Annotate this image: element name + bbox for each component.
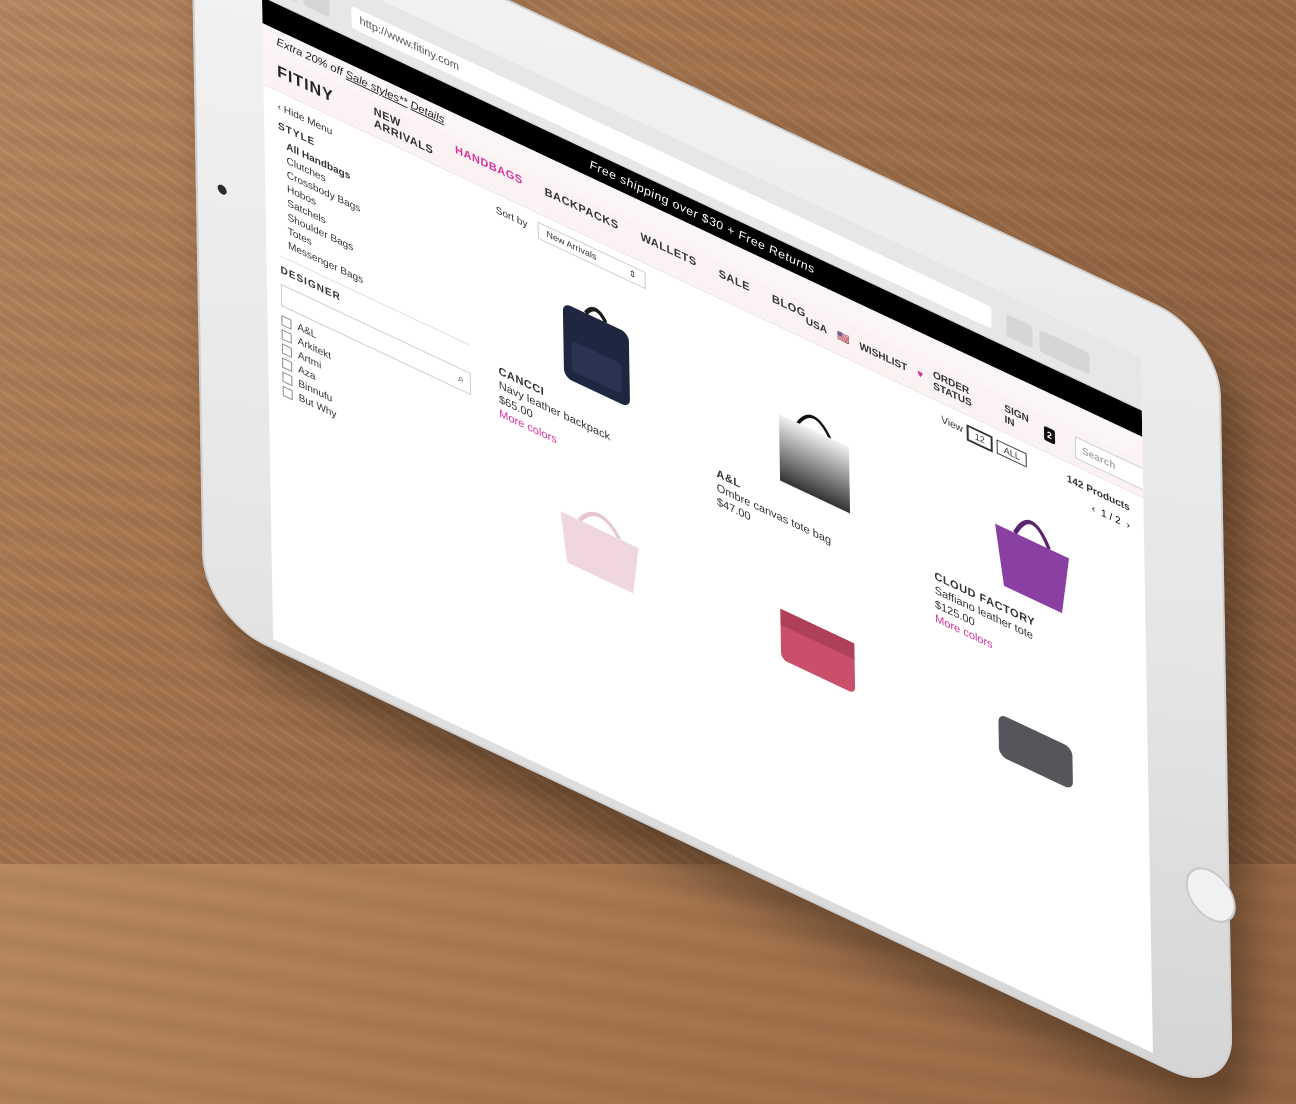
- checkbox-icon[interactable]: [281, 314, 292, 330]
- chevron-updown-icon: ⇕: [628, 267, 637, 282]
- chevron-right-icon[interactable]: ›: [1127, 519, 1131, 532]
- checkbox-icon[interactable]: [281, 328, 292, 344]
- forward-button[interactable]: [303, 0, 330, 18]
- camera-icon: [217, 183, 227, 197]
- country-selector[interactable]: USA: [806, 315, 827, 336]
- chevron-left-icon[interactable]: ‹: [1092, 503, 1096, 516]
- pink-handbag-icon: [560, 511, 639, 594]
- heart-icon: ♥: [917, 367, 924, 382]
- share-button[interactable]: [1006, 313, 1033, 349]
- back-button[interactable]: [271, 0, 298, 3]
- search-icon[interactable]: ⌕: [458, 371, 464, 387]
- checkbox-icon[interactable]: [281, 342, 293, 358]
- shopping-bag-icon[interactable]: 2: [1043, 425, 1056, 445]
- satchel-icon: [780, 608, 856, 692]
- sign-in-link[interactable]: SIGN IN: [1004, 403, 1034, 439]
- home-button[interactable]: [1185, 858, 1237, 933]
- view-label: View: [941, 414, 963, 436]
- clutch-icon: [998, 716, 1073, 788]
- checkbox-icon[interactable]: [282, 370, 293, 386]
- checkbox-icon[interactable]: [282, 385, 293, 400]
- checkbox-icon[interactable]: [282, 356, 293, 372]
- flag-icon: 🇺🇸: [836, 329, 850, 347]
